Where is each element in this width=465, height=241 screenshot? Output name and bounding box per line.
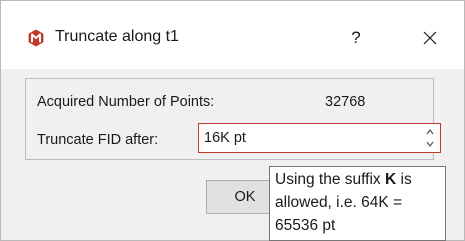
dialog-title: Truncate along t1 xyxy=(55,28,179,45)
tooltip-line-3: 65536 pt xyxy=(275,217,336,234)
points-value: 32768 xyxy=(325,94,366,110)
tooltip-text-is: is xyxy=(396,171,412,188)
tooltip-text-prefix: Using the suffix xyxy=(275,171,385,188)
close-button[interactable] xyxy=(415,23,445,53)
tooltip-line-1: Using the suffix K is xyxy=(275,168,445,191)
title-bar[interactable]: Truncate along t1 ? xyxy=(1,1,464,69)
help-button[interactable]: ? xyxy=(341,23,371,53)
truncate-spinbox[interactable]: 16K pt xyxy=(198,123,441,153)
points-label: Acquired Number of Points: xyxy=(37,94,215,110)
app-logo-icon xyxy=(28,29,44,47)
spin-up-icon[interactable] xyxy=(424,126,436,138)
tooltip-line-2: allowed, i.e. 64K = xyxy=(275,194,403,211)
truncate-label: Truncate FID after: xyxy=(37,132,159,148)
tooltip-suffix-k: K xyxy=(385,171,397,188)
close-icon xyxy=(423,31,437,45)
spin-down-icon[interactable] xyxy=(424,138,436,150)
suffix-tooltip: Using the suffix K is allowed, i.e. 64K … xyxy=(269,166,446,241)
truncate-input[interactable]: 16K pt xyxy=(204,130,246,146)
